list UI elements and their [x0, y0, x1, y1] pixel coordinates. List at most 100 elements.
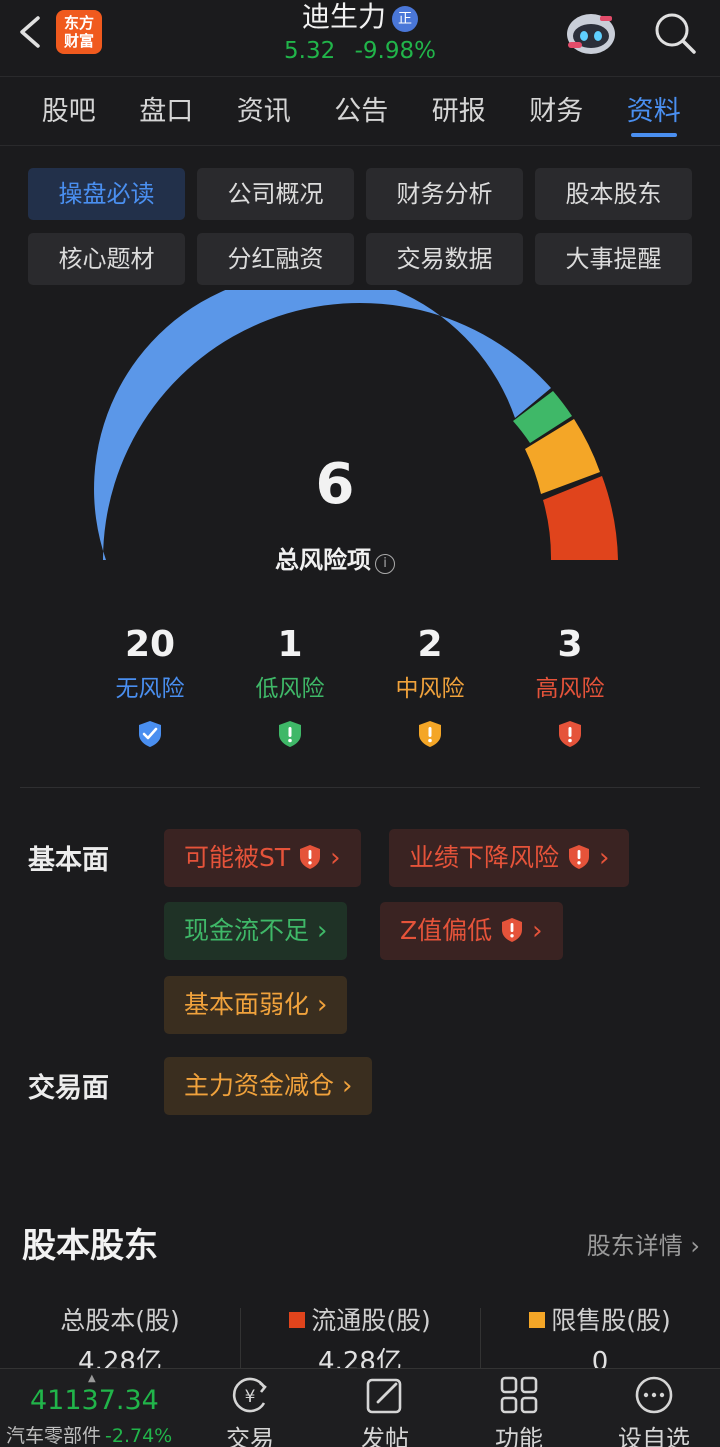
total-shares: 总股本(股) 4.28亿 [0, 1300, 240, 1377]
total-risk-label: 总风险项 i [0, 540, 670, 575]
subtab-trading-guide[interactable]: 操盘必读 [28, 168, 185, 220]
subtab-core-themes[interactable]: 核心题材 [28, 233, 185, 285]
gauge-segment-none [94, 290, 551, 560]
risk-tag-cashflow[interactable]: 现金流不足 › [164, 902, 348, 960]
chevron-right-icon: › [532, 916, 543, 946]
risk-tag-possible-st[interactable]: 可能被ST › [164, 829, 361, 887]
main-tabs: 股吧 盘口 资讯 公告 研报 财务 资料 [0, 76, 720, 146]
total-risk-count: 6 [315, 452, 355, 517]
shareholders-detail-link[interactable]: 股东详情 › [587, 1226, 700, 1261]
shield-alert-icon [502, 918, 523, 942]
sector-index[interactable]: 汽车零部件 -2.74% [6, 1421, 172, 1447]
risk-tag-label: 基本面弱化 [184, 990, 310, 1019]
risk-gauge [94, 290, 618, 560]
total-shares-label: 总股本(股) [60, 1306, 180, 1335]
shield-alert-icon [569, 845, 590, 869]
tab-finance[interactable]: 财务 [508, 77, 606, 145]
total-risk-text: 总风险项 [275, 546, 371, 574]
subtab-dividends[interactable]: 分红融资 [197, 233, 354, 285]
sector-change: -2.74% [105, 1425, 173, 1447]
subtab-company-overview[interactable]: 公司概况 [197, 168, 354, 220]
risk-tag-label: 主力资金减仓 [184, 1071, 335, 1100]
nav-post[interactable]: 发帖 [335, 1375, 435, 1447]
legend-swatch [529, 1312, 546, 1328]
legend-swatch [289, 1312, 306, 1328]
float-shares-label: 流通股(股) [311, 1306, 431, 1335]
tab-news[interactable]: 资讯 [215, 77, 313, 145]
risk-tag-label: Z值偏低 [400, 916, 493, 945]
tab-research[interactable]: 研报 [410, 77, 508, 145]
bottom-bar: ▲ 41137.34 汽车零部件 -2.74% ¥ 交易 发帖 功能 设自选 [0, 1368, 720, 1447]
level-low[interactable]: 1 低风险 [220, 622, 360, 752]
level-low-label: 低风险 [255, 676, 325, 702]
chevron-right-icon: › [330, 843, 341, 873]
edit-icon [366, 1378, 402, 1414]
tab-pankou[interactable]: 盘口 [118, 77, 216, 145]
more-circle-icon [635, 1376, 673, 1414]
risk-tag-label: 可能被ST [184, 843, 291, 872]
chevron-right-icon: › [317, 916, 328, 946]
nav-add-watchlist-label: 设自选 [618, 1425, 690, 1447]
subtab-financial-analysis[interactable]: 财务分析 [366, 168, 523, 220]
level-none[interactable]: 20 无风险 [80, 622, 220, 752]
nav-trade[interactable]: ¥ 交易 [200, 1375, 300, 1447]
level-high-label: 高风险 [535, 676, 605, 702]
profile-subtabs: 操盘必读 公司概况 财务分析 股本股东 核心题材 分红融资 交易数据 大事提醒 [28, 168, 692, 285]
shield-alert-icon [300, 845, 321, 869]
shareholders-link-label: 股东详情 [586, 1232, 683, 1260]
level-none-label: 无风险 [115, 676, 185, 702]
shield-alert-icon [419, 721, 441, 747]
yen-circle-icon: ¥ [232, 1377, 267, 1413]
divider [20, 787, 700, 788]
info-icon[interactable]: i [375, 554, 395, 574]
sector-index-value[interactable]: 41137.34 [30, 1385, 159, 1416]
restricted-shares: 限售股(股) 0 [480, 1300, 720, 1377]
stock-name: 迪生力 [301, 0, 386, 33]
level-high[interactable]: 3 高风险 [500, 622, 640, 752]
share-capital-summary: 总股本(股) 4.28亿 流通股(股) 4.28亿 限售股(股) 0 [0, 1300, 720, 1377]
nav-trade-label: 交易 [226, 1425, 274, 1447]
search-icon[interactable] [650, 8, 700, 58]
level-none-count: 20 [124, 624, 176, 665]
caret-up-icon[interactable]: ▲ [88, 1373, 96, 1384]
risk-tag-label: 业绩下降风险 [409, 843, 560, 872]
shield-check-icon [139, 721, 161, 747]
shield-alert-icon [559, 721, 581, 747]
stock-badge: 正 [392, 6, 418, 32]
sector-name: 汽车零部件 [6, 1425, 102, 1447]
subtab-events[interactable]: 大事提醒 [535, 233, 692, 285]
float-shares: 流通股(股) 4.28亿 [240, 1300, 480, 1377]
risk-tag-z-score[interactable]: Z值偏低 › [380, 902, 563, 960]
level-mid-label: 中风险 [395, 676, 465, 702]
chevron-right-icon: › [599, 843, 610, 873]
subtab-trading-data[interactable]: 交易数据 [366, 233, 523, 285]
risk-levels: 20 无风险 1 低风险 2 中风险 3 高风险 [80, 622, 640, 752]
risk-tag-earnings-decline[interactable]: 业绩下降风险 › [389, 829, 630, 887]
fundamentals-title: 基本面 [28, 845, 109, 876]
risk-tag-fundamentals-weak[interactable]: 基本面弱化 › [164, 976, 348, 1034]
nav-functions-label: 功能 [495, 1425, 543, 1447]
tab-profile[interactable]: 资料 [605, 77, 703, 145]
stock-price: 5.32 [284, 38, 336, 64]
chevron-right-icon: › [690, 1232, 700, 1260]
nav-post-label: 发帖 [361, 1425, 409, 1447]
subtab-shareholders[interactable]: 股本股东 [535, 168, 692, 220]
shareholders-title: 股本股东 [22, 1226, 158, 1266]
level-low-count: 1 [277, 624, 303, 665]
restricted-shares-label: 限售股(股) [551, 1306, 671, 1335]
svg-text:¥: ¥ [245, 1387, 256, 1407]
risk-tag-label: 现金流不足 [184, 916, 310, 945]
robot-assistant-icon[interactable] [562, 6, 620, 62]
nav-functions[interactable]: 功能 [469, 1375, 569, 1447]
top-header: 东方 财富 迪生力正 5.32 -9.98% [0, 0, 720, 76]
chevron-right-icon: › [342, 1071, 353, 1101]
grid-icon [500, 1376, 538, 1414]
trading-title: 交易面 [28, 1073, 109, 1104]
level-mid[interactable]: 2 中风险 [360, 622, 500, 752]
level-mid-count: 2 [417, 624, 443, 665]
tab-guba[interactable]: 股吧 [20, 77, 118, 145]
nav-add-watchlist[interactable]: 设自选 [604, 1375, 704, 1447]
tab-announcements[interactable]: 公告 [313, 77, 411, 145]
risk-tag-main-funds[interactable]: 主力资金减仓 › [164, 1057, 373, 1115]
stock-change: -9.98% [354, 38, 436, 64]
